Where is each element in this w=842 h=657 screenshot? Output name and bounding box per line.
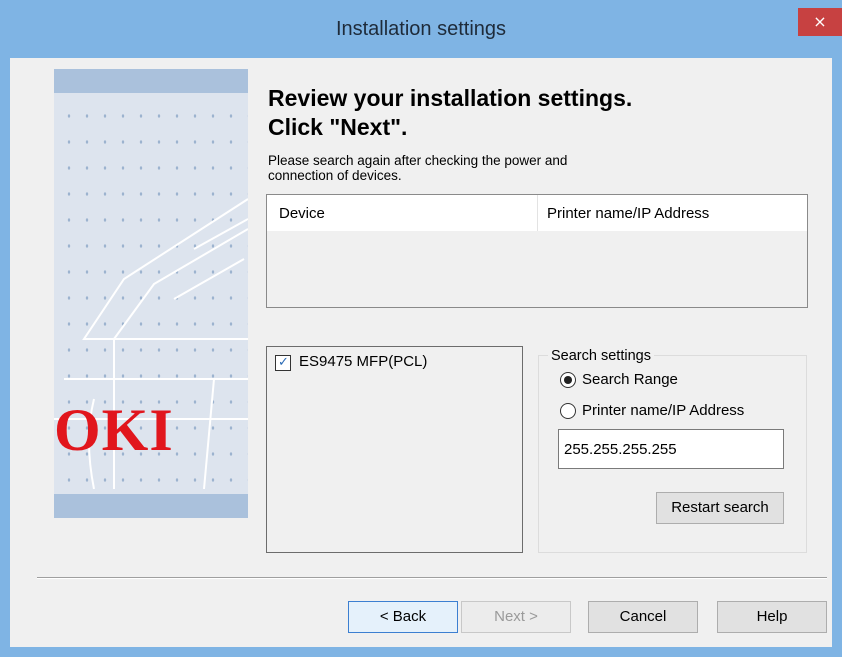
model-list[interactable]: ✓ ES9475 MFP(PCL) — [266, 346, 523, 553]
oki-logo: OKI — [54, 397, 174, 463]
window-title: Installation settings — [335, 18, 507, 40]
dialog-client-area: OKI Review your installation settings. C… — [10, 58, 832, 647]
device-table[interactable]: Device Printer name/IP Address — [266, 194, 808, 308]
radio-label-search-range: Search Range — [582, 371, 678, 388]
radio-dot-icon — [564, 376, 572, 384]
installer-window: Installation settings × OKI Review your … — [0, 0, 842, 657]
close-button[interactable]: × — [798, 8, 842, 36]
radio-label-printer-name: Printer name/IP Address — [582, 402, 745, 419]
note-line-2: connection of devices. — [268, 168, 402, 183]
banner-top-strip — [54, 69, 248, 93]
next-button[interactable]: Next > — [461, 601, 571, 633]
radio-button-unselected[interactable] — [560, 403, 576, 419]
instruction-note: Please search again after checking the p… — [268, 153, 688, 183]
ip-address-input[interactable] — [558, 429, 784, 469]
page-heading: Review your installation settings. Click… — [268, 84, 808, 142]
table-header: Device Printer name/IP Address — [267, 195, 807, 231]
heading-line-1: Review your installation settings. — [268, 85, 633, 111]
column-header-printer-name[interactable]: Printer name/IP Address — [547, 205, 709, 222]
radio-button-selected[interactable] — [560, 372, 576, 388]
close-icon: × — [813, 12, 827, 31]
title-bar[interactable]: Installation settings × — [0, 0, 842, 58]
column-divider[interactable] — [537, 195, 538, 231]
help-button[interactable]: Help — [717, 601, 827, 633]
footer-separator-highlight — [37, 578, 827, 579]
note-line-1: Please search again after checking the p… — [268, 153, 568, 168]
search-settings-title: Search settings — [548, 348, 654, 364]
model-label: ES9475 MFP(PCL) — [299, 353, 428, 370]
column-header-device[interactable]: Device — [279, 205, 325, 222]
checkmark-icon: ✓ — [278, 355, 289, 370]
model-checkbox[interactable]: ✓ — [275, 355, 291, 371]
heading-line-2: Click "Next". — [268, 114, 408, 140]
brand-banner: OKI — [54, 69, 248, 518]
restart-search-button[interactable]: Restart search — [656, 492, 784, 524]
banner-bottom-strip — [54, 494, 248, 518]
back-button[interactable]: < Back — [348, 601, 458, 633]
cancel-button[interactable]: Cancel — [588, 601, 698, 633]
